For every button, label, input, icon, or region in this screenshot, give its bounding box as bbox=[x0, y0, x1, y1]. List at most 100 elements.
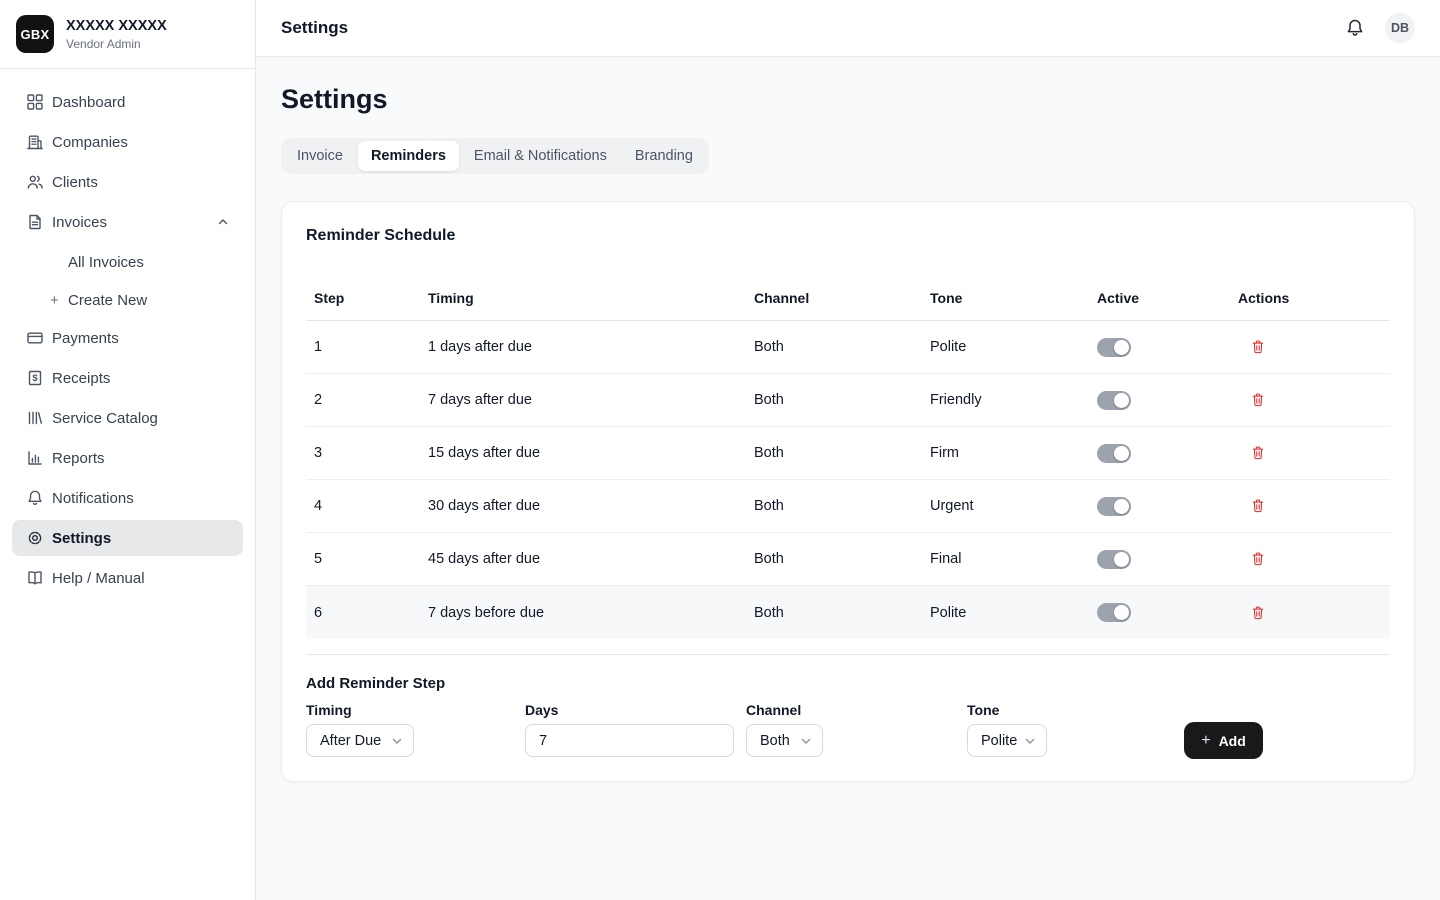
content-area: Settings Invoice Reminders Email & Notif… bbox=[256, 57, 1440, 900]
sidebar-item-notifications[interactable]: Notifications bbox=[12, 480, 243, 516]
toggle-knob bbox=[1114, 498, 1129, 514]
sidebar-item-invoices[interactable]: Invoices bbox=[12, 204, 243, 240]
add-reminder-title: Add Reminder Step bbox=[306, 675, 446, 692]
settings-tabbar: Invoice Reminders Email & Notifications … bbox=[281, 138, 709, 174]
tone-field: Tone Polite bbox=[967, 694, 1184, 757]
topbar-title: Settings bbox=[281, 18, 349, 37]
help-book-icon bbox=[26, 569, 44, 587]
sidebar-item-reports[interactable]: Reports bbox=[12, 440, 243, 476]
tab-reminders[interactable]: Reminders bbox=[357, 141, 459, 171]
sidebar-item-label: Payments bbox=[52, 329, 119, 347]
channel-field: Channel Both bbox=[746, 694, 967, 757]
sidebar-item-help-manual[interactable]: Help / Manual bbox=[12, 560, 243, 596]
channel-select[interactable]: Both bbox=[746, 724, 823, 757]
col-header-timing: Timing bbox=[428, 290, 474, 306]
active-toggle[interactable] bbox=[1097, 549, 1131, 569]
sidebar-item-create-new[interactable]: + Create New bbox=[12, 282, 243, 318]
cell-channel: Both bbox=[754, 498, 784, 514]
sidebar-item-label: Service Catalog bbox=[52, 409, 158, 427]
delete-step-button[interactable] bbox=[1250, 550, 1266, 568]
delete-step-button[interactable] bbox=[1250, 444, 1266, 462]
sub-item-label: All Invoices bbox=[68, 253, 144, 271]
col-header-active: Active bbox=[1097, 290, 1140, 306]
sidebar-header: GBX XXXXX XXXXX Vendor Admin bbox=[0, 0, 255, 69]
svg-text:$: $ bbox=[32, 373, 38, 384]
active-toggle[interactable] bbox=[1097, 603, 1131, 622]
cell-channel: Both bbox=[754, 339, 784, 355]
timing-field: Timing After Due bbox=[306, 694, 525, 757]
cell-actions bbox=[1238, 338, 1390, 356]
cell-actions bbox=[1238, 604, 1390, 622]
active-toggle[interactable] bbox=[1097, 390, 1131, 410]
table-row: 3 15 days after due Both Firm bbox=[306, 427, 1390, 480]
days-label: Days bbox=[525, 702, 559, 718]
trash-icon bbox=[1252, 446, 1264, 460]
cell-tone: Urgent bbox=[930, 498, 974, 514]
card-title: Reminder Schedule bbox=[306, 227, 456, 244]
cell-step: 2 bbox=[314, 392, 323, 408]
tone-label: Tone bbox=[967, 702, 1000, 718]
cell-step: 4 bbox=[314, 498, 323, 514]
sidebar-item-label: Reports bbox=[52, 449, 105, 467]
timing-label: Timing bbox=[306, 702, 352, 718]
cell-step: 1 bbox=[314, 339, 323, 355]
tone-select[interactable]: Polite bbox=[967, 724, 1047, 757]
tab-branding[interactable]: Branding bbox=[622, 141, 706, 171]
add-button-label: Add bbox=[1218, 732, 1246, 749]
toggle-knob bbox=[1114, 392, 1129, 408]
trash-icon bbox=[1252, 499, 1264, 513]
delete-step-button[interactable] bbox=[1250, 338, 1266, 356]
cell-actions bbox=[1238, 391, 1390, 409]
tab-invoice[interactable]: Invoice bbox=[284, 141, 356, 171]
cell-timing: 7 days before due bbox=[428, 604, 545, 621]
table-row: 4 30 days after due Both Urgent bbox=[306, 480, 1390, 533]
cell-channel: Both bbox=[754, 551, 784, 567]
cell-actions bbox=[1238, 497, 1390, 515]
invoices-icon bbox=[26, 213, 44, 231]
topbar: Settings DB bbox=[256, 0, 1440, 57]
chevron-up-icon bbox=[218, 219, 228, 225]
days-input[interactable] bbox=[525, 724, 734, 757]
sidebar-item-all-invoices[interactable]: All Invoices bbox=[12, 244, 243, 280]
sidebar-item-settings[interactable]: Settings bbox=[12, 520, 243, 556]
service-catalog-icon bbox=[26, 409, 44, 427]
reminder-schedule-card: Reminder Schedule Step Timing Channel To… bbox=[281, 201, 1415, 782]
sidebar-item-payments[interactable]: Payments bbox=[12, 320, 243, 356]
delete-step-button[interactable] bbox=[1250, 604, 1266, 622]
sidebar-item-label: Help / Manual bbox=[52, 569, 145, 587]
trash-icon bbox=[1252, 552, 1264, 566]
bell-icon bbox=[1347, 19, 1363, 36]
active-toggle[interactable] bbox=[1097, 496, 1131, 516]
notifications-icon bbox=[26, 489, 44, 507]
channel-select-value: Both bbox=[760, 732, 790, 749]
cell-tone: Polite bbox=[930, 339, 967, 355]
chevron-down-icon bbox=[801, 738, 811, 744]
sidebar-item-label: Receipts bbox=[52, 369, 111, 387]
sidebar-item-clients[interactable]: Clients bbox=[12, 164, 243, 200]
sidebar-item-service-catalog[interactable]: Service Catalog bbox=[12, 400, 243, 436]
table-row: 2 7 days after due Both Friendly bbox=[306, 374, 1390, 427]
delete-step-button[interactable] bbox=[1250, 391, 1266, 409]
timing-select[interactable]: After Due bbox=[306, 724, 414, 757]
user-avatar[interactable]: DB bbox=[1385, 13, 1415, 43]
sidebar-item-companies[interactable]: Companies bbox=[12, 124, 243, 160]
delete-step-button[interactable] bbox=[1250, 497, 1266, 515]
notifications-bell-button[interactable] bbox=[1343, 16, 1367, 40]
trash-icon bbox=[1252, 606, 1264, 619]
active-toggle[interactable] bbox=[1097, 443, 1131, 463]
brand-name: XXXXX XXXXX bbox=[66, 17, 167, 34]
tab-email-notifications[interactable]: Email & Notifications bbox=[461, 141, 620, 171]
active-toggle[interactable] bbox=[1097, 337, 1131, 357]
add-step-button[interactable]: + Add bbox=[1184, 722, 1263, 759]
app-root: GBX XXXXX XXXXX Vendor Admin Dashboard C… bbox=[0, 0, 1440, 900]
sidebar-item-dashboard[interactable]: Dashboard bbox=[12, 84, 243, 120]
toggle-knob bbox=[1114, 339, 1129, 355]
sidebar-item-receipts[interactable]: $ Receipts bbox=[12, 360, 243, 396]
channel-label: Channel bbox=[746, 702, 802, 718]
cell-tone: Firm bbox=[930, 445, 959, 461]
reports-icon bbox=[26, 449, 44, 467]
clients-icon bbox=[26, 173, 44, 191]
table-body: 1 1 days after due Both Polite 2 7 days … bbox=[306, 321, 1390, 639]
cell-step: 5 bbox=[314, 551, 323, 567]
cell-timing: 7 days after due bbox=[428, 392, 532, 408]
